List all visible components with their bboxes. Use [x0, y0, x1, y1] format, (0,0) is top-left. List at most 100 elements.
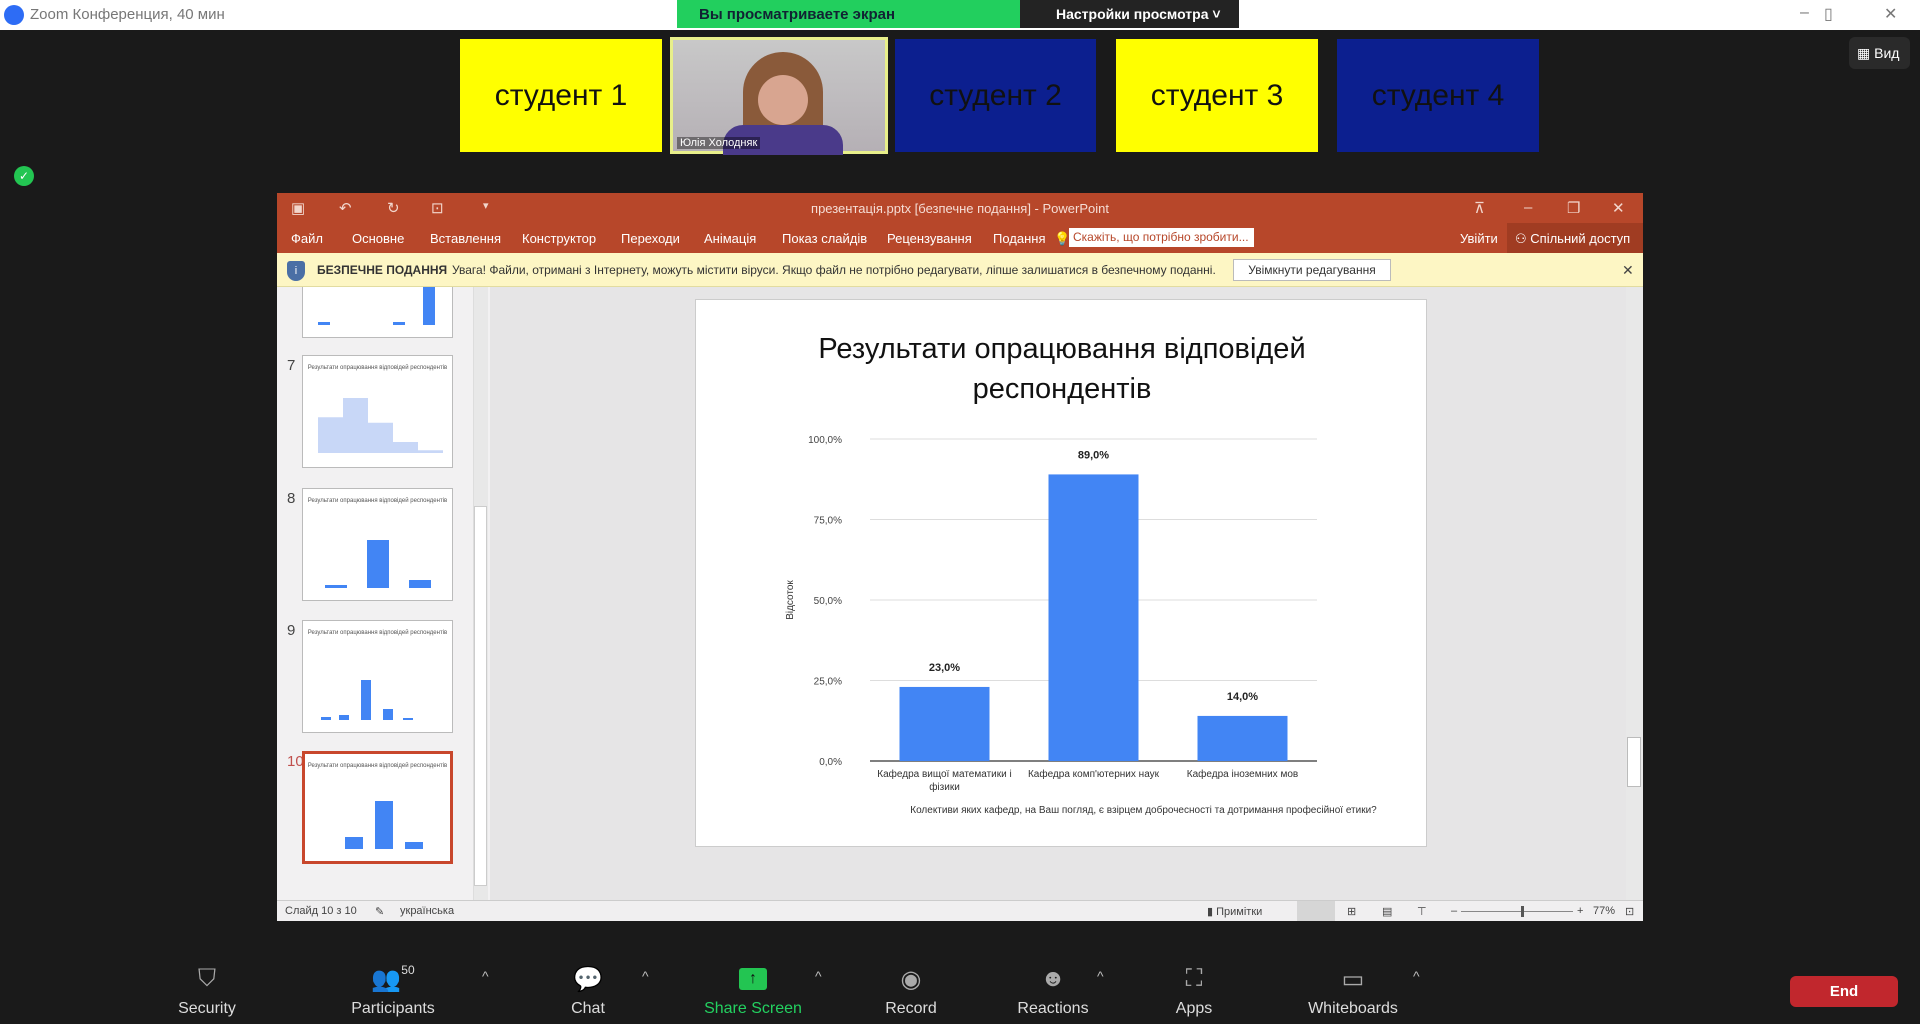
thumb-title: Результати опрацювання відповідей респон…: [307, 763, 448, 769]
zoom-in-icon[interactable]: +: [1577, 905, 1583, 917]
whiteboard-icon: ▭: [1341, 965, 1365, 993]
view-settings-button[interactable]: Настройки просмотра ˅: [1020, 0, 1239, 28]
slide-thumbnail-6[interactable]: [302, 287, 453, 338]
tab-view[interactable]: Подання: [993, 231, 1046, 246]
y-tick-label: 25,0%: [814, 677, 842, 688]
thumb-bar: [367, 540, 389, 588]
participants-caret-icon[interactable]: ^: [482, 968, 489, 984]
viewing-screen-banner: Вы просматриваете экран: [677, 0, 1020, 28]
reactions-label: Reactions: [1017, 1000, 1089, 1017]
restore-icon[interactable]: ▯: [1824, 4, 1833, 24]
apps-icon: ⛶: [1185, 965, 1203, 992]
tab-animations[interactable]: Анімація: [704, 231, 756, 246]
zoom-level[interactable]: 77%: [1593, 905, 1615, 917]
chat-button[interactable]: 💬 Chat: [518, 962, 658, 1018]
participants-label: Participants: [351, 1000, 435, 1017]
encryption-shield-icon[interactable]: ✓: [14, 166, 34, 186]
normal-view-icon[interactable]: [1297, 901, 1335, 921]
whiteboards-caret-icon[interactable]: ^: [1413, 968, 1420, 984]
close-icon[interactable]: ✕: [1884, 4, 1897, 24]
y-tick-label: 0,0%: [819, 757, 842, 768]
fit-slide-icon[interactable]: ⊡: [1625, 905, 1634, 918]
security-button[interactable]: ⛉ Security: [137, 962, 277, 1018]
thumb-bar: [339, 715, 349, 720]
enable-editing-button[interactable]: Увімкнути редагування: [1233, 259, 1391, 281]
tab-home[interactable]: Основне: [352, 231, 404, 246]
share-caret-icon[interactable]: ^: [815, 968, 822, 984]
thumb-area-chart: [318, 398, 443, 453]
ribbon-display-icon[interactable]: ⊼: [1474, 199, 1485, 217]
video-tile-student-3[interactable]: студент 3: [1116, 39, 1318, 152]
slide-thumbnail-10-selected[interactable]: Результати опрацювання відповідей респон…: [302, 751, 453, 864]
chart-title-line1: Результати опрацювання відповідей: [818, 333, 1305, 365]
x-axis-title: Колективи яких кафедр, на Ваш погляд, є …: [910, 804, 1377, 816]
share-screen-button[interactable]: ↑ Share Screen: [683, 962, 823, 1018]
video-tile-student-1[interactable]: студент 1: [460, 39, 662, 152]
share-button[interactable]: ⚇ Спільний доступ: [1507, 223, 1643, 253]
slide-sorter-icon[interactable]: ⊞: [1347, 905, 1356, 918]
record-label: Record: [885, 1000, 937, 1017]
x-tick-label: Кафедра іноземних мов: [1187, 768, 1298, 780]
data-label: 23,0%: [929, 662, 960, 674]
participant-name: Юлія Холодняк: [677, 137, 761, 149]
thumbnails-scroll-thumb[interactable]: [474, 506, 487, 886]
protected-view-bar: i БЕЗПЕЧНЕ ПОДАННЯ Увага! Файли, отриман…: [277, 253, 1643, 287]
slide-thumbnail-8[interactable]: Результати опрацювання відповідей респон…: [302, 488, 453, 601]
data-label: 14,0%: [1227, 691, 1258, 703]
end-meeting-button[interactable]: End: [1790, 976, 1898, 1007]
spellcheck-icon[interactable]: ✎: [375, 905, 384, 918]
reading-view-icon[interactable]: ▤: [1382, 905, 1392, 918]
ppt-restore-icon[interactable]: ❐: [1567, 199, 1580, 217]
view-button[interactable]: ▦ Вид: [1849, 37, 1910, 69]
language[interactable]: українська: [400, 905, 454, 917]
apps-button[interactable]: ⛶ Apps: [1124, 962, 1264, 1018]
tab-file[interactable]: Файл: [291, 231, 323, 246]
video-face: [758, 75, 808, 125]
chat-caret-icon[interactable]: ^: [642, 968, 649, 984]
participants-button[interactable]: 👥 50 Participants: [323, 962, 463, 1018]
thumb-bar: [423, 287, 435, 325]
zoom-slider-thumb[interactable]: [1521, 906, 1525, 917]
protected-view-message: Увага! Файли, отримані з Інтернету, можу…: [452, 263, 1216, 277]
record-button[interactable]: ◉ Record: [841, 962, 981, 1018]
sign-in-link[interactable]: Увійти: [1460, 231, 1498, 246]
share-screen-icon: ↑: [683, 962, 823, 996]
thumb-title: Результати опрацювання відповідей респон…: [307, 630, 448, 636]
ppt-close-icon[interactable]: ✕: [1612, 199, 1625, 217]
thumb-bar: [403, 718, 413, 720]
zoom-slider[interactable]: [1461, 911, 1573, 912]
document-title: презентація.pptx [безпечне подання] - Po…: [811, 201, 1109, 216]
reactions-caret-icon[interactable]: ^: [1097, 968, 1104, 984]
y-tick-label: 50,0%: [814, 596, 842, 607]
tab-design[interactable]: Конструктор: [522, 231, 596, 246]
slide-thumbnail-9[interactable]: Результати опрацювання відповідей респон…: [302, 620, 453, 733]
x-tick-label: Кафедра комп'ютерних наук: [1028, 768, 1160, 780]
person-icon: ⚇: [1515, 231, 1527, 246]
tab-transitions[interactable]: Переходи: [621, 231, 680, 246]
tell-me-input[interactable]: Скажіть, що потрібно зробити...: [1069, 228, 1254, 247]
minimize-icon[interactable]: –: [1800, 4, 1809, 22]
whiteboards-button[interactable]: ▭ Whiteboards: [1283, 962, 1423, 1018]
tab-review[interactable]: Рецензування: [887, 231, 972, 246]
chart-title-line2: респондентів: [973, 373, 1152, 405]
ppt-minimize-icon[interactable]: –: [1524, 199, 1532, 216]
slide-counter: Слайд 10 з 10: [285, 905, 357, 917]
video-tile-student-4[interactable]: студент 4: [1337, 39, 1539, 152]
slide-thumbnails-panel: 7 Результати опрацювання відповідей респ…: [277, 287, 490, 900]
notes-button[interactable]: ▮ Примітки: [1207, 905, 1262, 918]
slide-thumbnail-7[interactable]: Результати опрацювання відповідей респон…: [302, 355, 453, 468]
slideshow-view-icon[interactable]: ⊤: [1417, 905, 1427, 918]
tab-insert[interactable]: Вставлення: [430, 231, 501, 246]
protected-view-title: БЕЗПЕЧНЕ ПОДАННЯ: [317, 263, 448, 277]
tab-slideshow[interactable]: Показ слайдів: [782, 231, 867, 246]
slide-scrollbar[interactable]: [1626, 287, 1643, 900]
slide-scroll-thumb[interactable]: [1627, 737, 1641, 787]
close-bar-icon[interactable]: ✕: [1622, 262, 1634, 279]
video-tile-student-2[interactable]: студент 2: [895, 39, 1096, 152]
zoom-logo-icon: [4, 5, 24, 25]
y-tick-label: 100,0%: [808, 435, 842, 446]
slide-number: 9: [287, 622, 296, 639]
video-tile-host[interactable]: Юлія Холодняк: [670, 37, 888, 155]
zoom-out-icon[interactable]: –: [1451, 905, 1457, 917]
y-axis-title: Відсоток: [785, 580, 796, 620]
